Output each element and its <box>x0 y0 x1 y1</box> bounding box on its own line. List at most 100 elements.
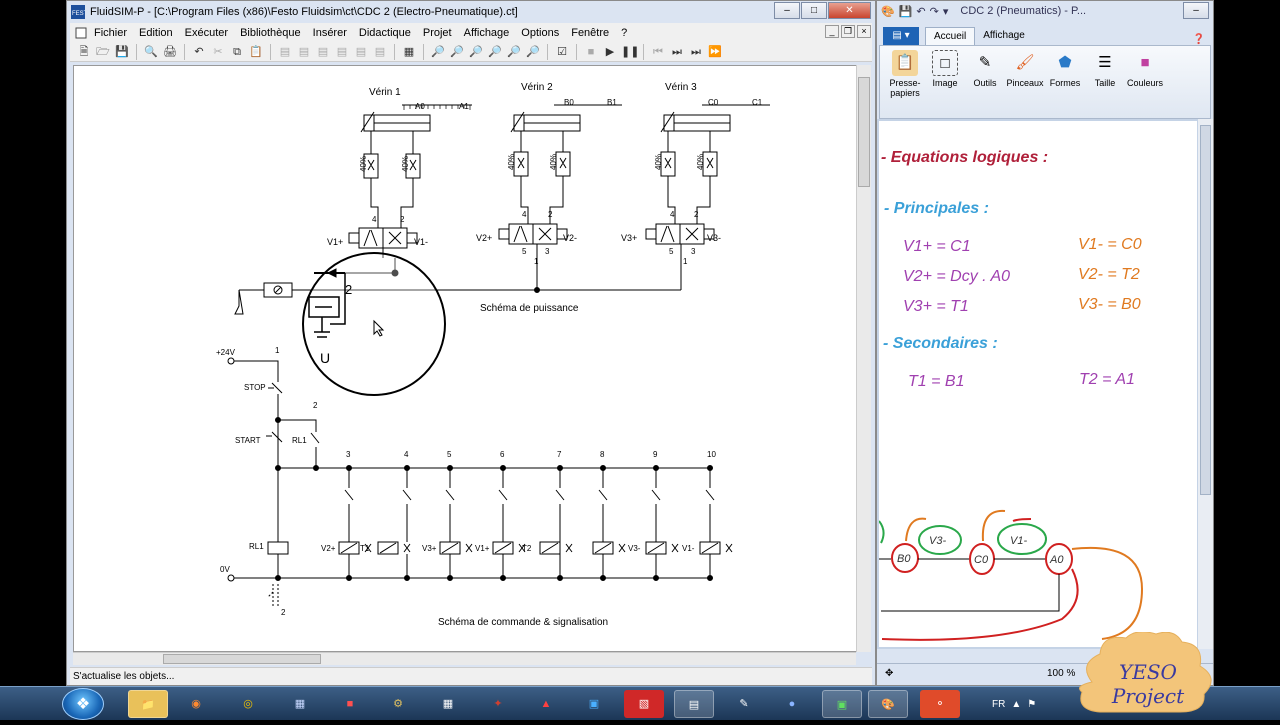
horizontal-scrollbar[interactable] <box>73 652 856 665</box>
menu-options[interactable]: Options <box>515 27 565 39</box>
menu-affichage[interactable]: Affichage <box>458 27 516 39</box>
mdi-minimize-button[interactable]: _ <box>825 25 839 38</box>
air-service-unit[interactable] <box>234 282 293 315</box>
ribbon-group-size[interactable]: ☰ Taille <box>1086 46 1124 118</box>
tray-arrow-icon[interactable]: ▲ <box>1011 699 1021 710</box>
align-center-icon[interactable]: ▤ <box>296 44 312 60</box>
menu-fenetre[interactable]: Fenêtre <box>565 27 615 39</box>
paint-app-icon[interactable]: 🎨 <box>881 5 895 18</box>
ribbon-group-image[interactable]: □ Image <box>926 46 964 118</box>
align-left-icon[interactable]: ▤ <box>277 44 293 60</box>
paste-icon[interactable]: 📋 <box>248 44 264 60</box>
ribbon-group-brushes[interactable]: 🖌 Pinceaux <box>1006 46 1044 118</box>
copy-icon[interactable]: ⧉ <box>229 44 245 60</box>
undo-icon[interactable]: ↶ <box>916 5 925 18</box>
language-indicator[interactable]: FR <box>992 699 1005 710</box>
undo-icon[interactable]: ↶ <box>191 44 207 60</box>
menu-executer[interactable]: Exécuter <box>179 27 234 39</box>
sim-app-icon[interactable]: ■ <box>330 690 370 718</box>
teams-icon[interactable]: ● <box>772 690 812 718</box>
pen-tool-icon[interactable]: ✎ <box>724 690 764 718</box>
menu-bibliotheque[interactable]: Bibliothèque <box>234 27 307 39</box>
help-icon[interactable]: ❓ <box>1193 34 1205 45</box>
explorer-icon[interactable]: 📁 <box>128 690 168 718</box>
fluidsim-taskbar-icon[interactable]: ▤ <box>674 690 714 718</box>
save-icon[interactable]: 💾 <box>899 5 913 18</box>
ribbon-group-colors[interactable]: ■ Couleurs <box>1126 46 1164 118</box>
zoom-window-icon[interactable]: 🔎 <box>449 44 465 60</box>
reset-icon[interactable]: ⏮ <box>650 44 666 60</box>
tab-accueil[interactable]: Accueil <box>925 27 976 45</box>
zoom-full-icon[interactable]: 🔎 <box>430 44 446 60</box>
cylinder-3[interactable] <box>660 104 770 133</box>
tab-affichage[interactable]: Affichage <box>975 27 1033 45</box>
automation-app-icon[interactable]: ⚙ <box>378 690 418 718</box>
print-preview-icon[interactable]: 🔍 <box>143 44 159 60</box>
align-top-icon[interactable]: ▤ <box>334 44 350 60</box>
cut-icon[interactable]: ✂ <box>210 44 226 60</box>
circuit-canvas[interactable]: Vérin 1 A0 A1 Vérin 2 B0 B1 Vérin 3 C0 C… <box>73 65 860 652</box>
paint-taskbar-icon[interactable]: 🎨 <box>868 690 908 718</box>
menu-help[interactable]: ? <box>615 27 633 39</box>
paint-canvas[interactable]: - Equations logiques : - Principales : V… <box>879 121 1197 647</box>
menu-didactique[interactable]: Didactique <box>353 27 417 39</box>
menu-projet[interactable]: Projet <box>417 27 458 39</box>
chrome-icon[interactable]: ◎ <box>228 690 268 718</box>
menu-fichier[interactable]: Fichier <box>88 27 133 39</box>
tia-portal-icon[interactable]: ▦ <box>280 690 320 718</box>
vertical-scrollbar[interactable] <box>856 65 871 652</box>
flag-icon[interactable]: ⚑ <box>1027 699 1036 710</box>
maximize-button[interactable]: □ <box>801 2 827 19</box>
check-drawing-icon[interactable]: ☑ <box>554 44 570 60</box>
valve-2[interactable] <box>498 176 568 245</box>
fluidsim-titlebar[interactable]: FESTO FluidSIM-P - [C:\Program Files (x8… <box>67 1 875 23</box>
vertical-scroll-thumb[interactable] <box>858 77 870 187</box>
cylinder-2[interactable] <box>510 104 622 133</box>
print-icon[interactable]: 🖨 <box>162 44 178 60</box>
pause-icon[interactable]: ❚❚ <box>621 44 639 60</box>
zoom-selection-icon[interactable]: 🔎 <box>468 44 484 60</box>
align-middle-icon[interactable]: ▤ <box>353 44 369 60</box>
tools-app-icon[interactable]: ✦ <box>478 690 518 718</box>
firefox-icon[interactable]: ◉ <box>176 690 216 718</box>
new-file-icon[interactable]: 🗎 <box>76 44 92 60</box>
play-icon[interactable]: ▶ <box>602 44 618 60</box>
valve-1[interactable] <box>348 178 418 258</box>
redo-icon[interactable]: ↷ <box>930 5 939 18</box>
paint-minimize-button[interactable]: – <box>1183 2 1209 19</box>
step-icon[interactable]: ⏭ <box>669 44 685 60</box>
dropdown-icon[interactable]: ▾ <box>943 5 949 18</box>
mdi-close-button[interactable]: × <box>857 25 871 38</box>
menu-edition[interactable]: Edition <box>133 27 179 39</box>
minimize-button[interactable]: – <box>774 2 800 19</box>
zoom-in-icon[interactable]: 🔎 <box>506 44 522 60</box>
open-folder-icon[interactable]: 🗁 <box>95 44 111 60</box>
menu-inserer[interactable]: Insérer <box>307 27 353 39</box>
horizontal-scroll-thumb[interactable] <box>163 654 321 664</box>
camtasia-icon[interactable]: ▣ <box>822 690 862 718</box>
recorder-icon[interactable]: ⚬ <box>920 690 960 718</box>
ares-icon[interactable]: ▲ <box>526 690 566 718</box>
close-button[interactable]: ✕ <box>828 2 871 19</box>
grid-icon[interactable]: ▦ <box>401 44 417 60</box>
paint-scroll-thumb[interactable] <box>1200 125 1211 495</box>
ribbon-group-shapes[interactable]: ⬟ Formes <box>1046 46 1084 118</box>
zoom-previous-icon[interactable]: 🔎 <box>487 44 503 60</box>
start-button[interactable]: ❖ <box>62 688 104 720</box>
paint-vertical-scrollbar[interactable] <box>1198 119 1213 649</box>
stop-icon[interactable]: ■ <box>583 44 599 60</box>
align-right-icon[interactable]: ▤ <box>315 44 331 60</box>
isis-icon[interactable]: ▣ <box>574 690 614 718</box>
zoom-out-icon[interactable]: 🔎 <box>525 44 541 60</box>
calculator-icon[interactable]: ▦ <box>428 690 468 718</box>
step-end-icon[interactable]: ⏭ <box>688 44 704 60</box>
file-menu-button[interactable]: ▤ ▾ <box>883 27 919 45</box>
cad-app-icon[interactable]: ▧ <box>624 690 664 718</box>
valve-3[interactable] <box>645 176 715 245</box>
align-bottom-icon[interactable]: ▤ <box>372 44 388 60</box>
ribbon-group-clipboard[interactable]: 📋 Presse-papiers <box>886 46 924 118</box>
fast-forward-icon[interactable]: ⏩ <box>707 44 723 60</box>
mdi-restore-button[interactable]: ❐ <box>841 25 855 38</box>
ribbon-group-tools[interactable]: ✎ Outils <box>966 46 1004 118</box>
save-icon[interactable]: 💾 <box>114 44 130 60</box>
